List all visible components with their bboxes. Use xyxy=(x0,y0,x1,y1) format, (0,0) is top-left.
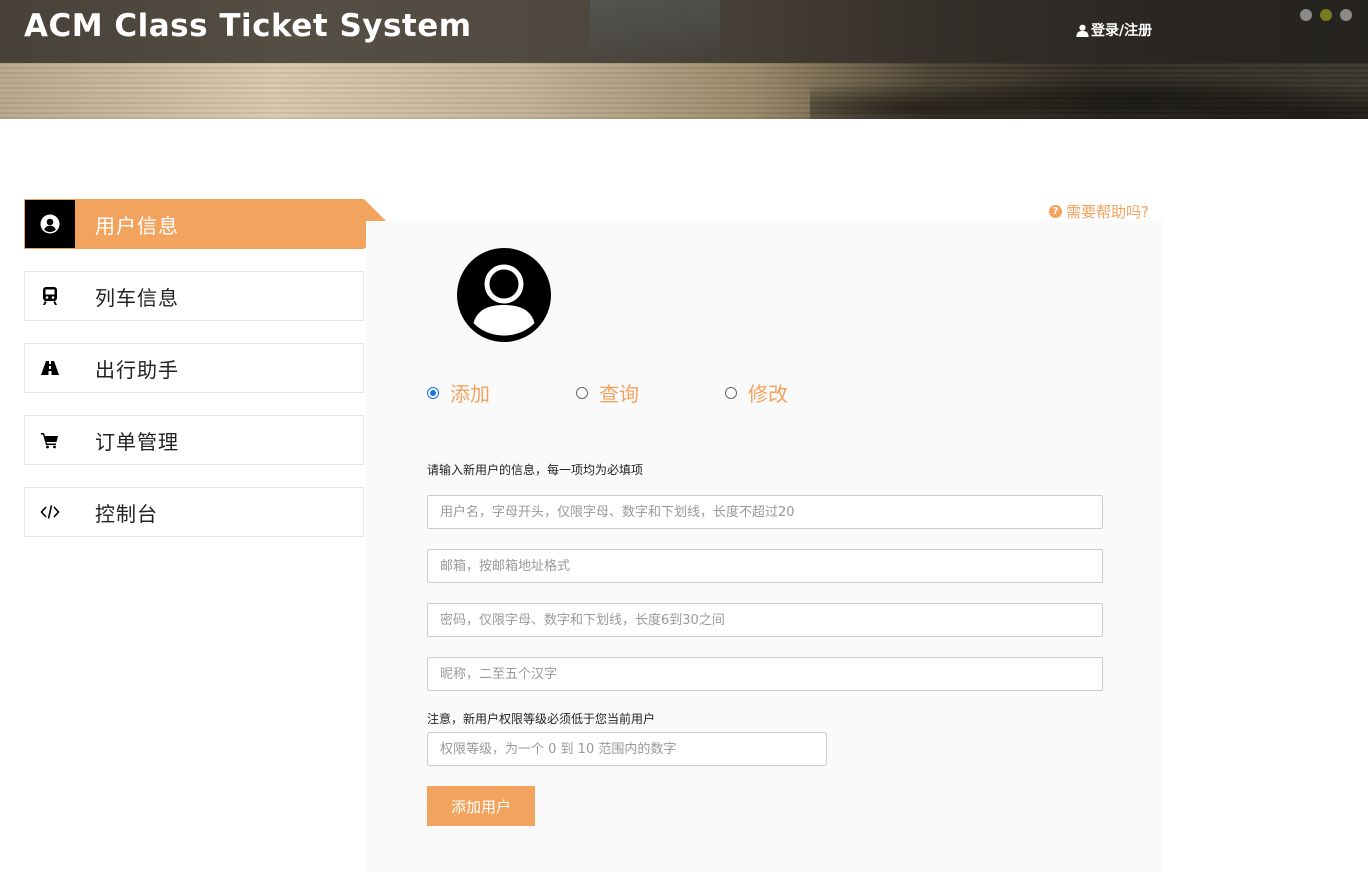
road-icon xyxy=(25,344,75,392)
radio-modify-circle[interactable] xyxy=(725,386,737,399)
help-link-label: 需要帮助吗? xyxy=(1066,203,1149,221)
mode-radio-group: 添加 查询 修改 xyxy=(426,378,826,408)
cart-icon xyxy=(25,416,75,464)
radio-add-label: 添加 xyxy=(450,382,490,406)
window-dot xyxy=(1320,9,1332,21)
help-link[interactable]: ? 需要帮助吗? xyxy=(1049,201,1149,222)
sidebar-item-label: 出行助手 xyxy=(95,357,179,382)
username-field[interactable] xyxy=(427,495,1103,529)
sidebar-item-label: 列车信息 xyxy=(95,285,179,310)
sidebar-item-user-info[interactable]: 用户信息 xyxy=(24,199,389,249)
radio-modify[interactable]: 修改 xyxy=(725,378,788,407)
login-register-label: 登录/注册 xyxy=(1091,23,1153,39)
form-hint: 请输入新用户的信息，每一项均为必填项 xyxy=(427,463,644,477)
sidebar-item-travel-assistant[interactable]: 出行助手 xyxy=(24,343,364,393)
login-register-link[interactable]: 登录/注册 xyxy=(1076,20,1152,40)
sidebar-item-label: 用户信息 xyxy=(95,213,179,238)
window-dots xyxy=(1300,9,1352,21)
radio-query-circle[interactable] xyxy=(576,386,588,399)
sidebar-item-console[interactable]: 控制台 xyxy=(24,487,364,537)
radio-query[interactable]: 查询 xyxy=(576,378,639,407)
code-icon xyxy=(25,488,75,536)
header-banner: ACM Class Ticket System 登录/注册 xyxy=(0,0,1368,119)
sidebar-item-order-management[interactable]: 订单管理 xyxy=(24,415,364,465)
train-icon xyxy=(25,272,75,320)
privilege-field[interactable] xyxy=(427,732,827,766)
user-icon xyxy=(1076,24,1089,37)
nickname-field[interactable] xyxy=(427,657,1103,691)
sidebar-item-label: 控制台 xyxy=(95,501,158,526)
banner-photo-reflection xyxy=(590,0,720,63)
radio-add[interactable]: 添加 xyxy=(427,378,490,407)
window-dot xyxy=(1300,9,1312,21)
privilege-note: 注意，新用户权限等级必须低于您当前用户 xyxy=(427,712,656,726)
sidebar-item-train-info[interactable]: 列车信息 xyxy=(24,271,364,321)
banner-photo-reeds xyxy=(810,63,1368,119)
window-dot xyxy=(1340,9,1352,21)
user-circle-icon xyxy=(25,200,75,248)
radio-query-label: 查询 xyxy=(599,382,639,406)
radio-modify-label: 修改 xyxy=(748,382,788,406)
avatar-icon xyxy=(457,248,551,342)
sidebar: 用户信息 列车信息 出行助手 订单管理 控制台 xyxy=(24,199,390,559)
question-circle-icon: ? xyxy=(1049,205,1062,218)
email-field[interactable] xyxy=(427,549,1103,583)
password-field[interactable] xyxy=(427,603,1103,637)
add-user-button[interactable]: 添加用户 xyxy=(427,786,535,826)
site-title: ACM Class Ticket System xyxy=(24,8,472,44)
radio-add-circle[interactable] xyxy=(427,386,439,399)
sidebar-item-label: 订单管理 xyxy=(95,429,179,454)
